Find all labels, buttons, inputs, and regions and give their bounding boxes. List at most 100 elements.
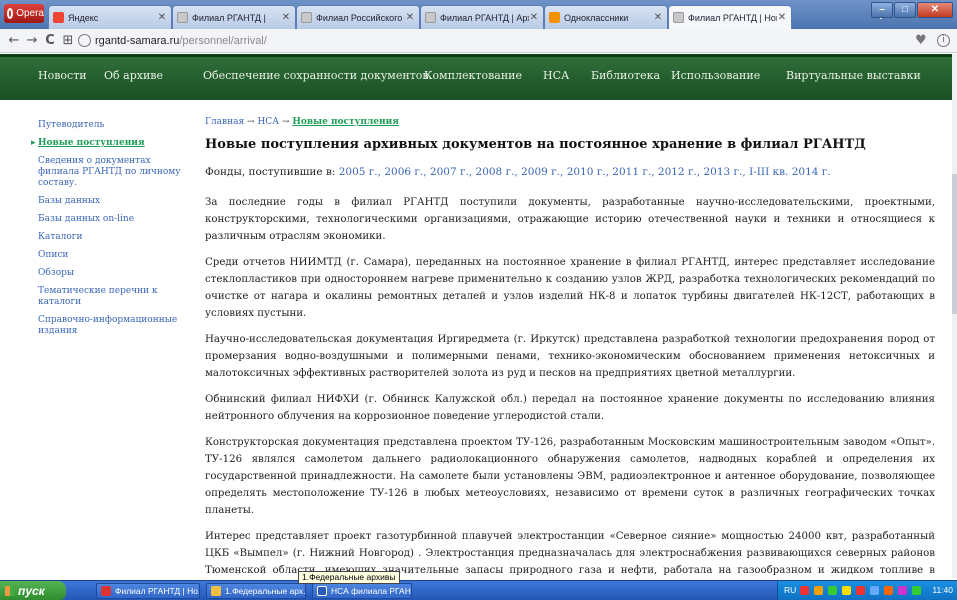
nav-item[interactable]: Использование	[671, 69, 760, 82]
tray-app-icon[interactable]	[898, 586, 907, 595]
tray-app-icon[interactable]	[856, 586, 865, 595]
sidebar-item[interactable]: Путеводитель	[38, 120, 188, 131]
close-tab-icon[interactable]: ✕	[653, 12, 663, 23]
sidebar-item[interactable]: Тематические перечни к каталоги	[38, 286, 188, 308]
nav-item[interactable]: Комплектование	[424, 69, 522, 82]
windows-taskbar: пуск Филиал РГАНТД | Но... 1.Федеральные…	[0, 580, 957, 600]
browser-tab[interactable]: Филиал РГАНТД | Новые✕	[668, 5, 792, 29]
year-link[interactable]: 2006 г.,	[384, 166, 426, 178]
sidebar-item[interactable]: Каталоги	[38, 232, 188, 243]
browser-tab-title: Филиал РГАНТД | Новые	[688, 12, 777, 23]
browser-tab[interactable]: Яндекс ✕	[48, 5, 172, 29]
forward-icon[interactable]: →	[24, 33, 40, 49]
clock[interactable]: 11:40	[932, 585, 953, 595]
page-info-icon[interactable]: i	[937, 34, 950, 47]
browser-tab-title: Филиал Российского гос	[316, 12, 405, 23]
year-link[interactable]: 2009 г.,	[521, 166, 563, 178]
page-icon	[301, 12, 312, 23]
article-paragraph: Научно-исследовательская документация Ир…	[205, 334, 935, 379]
tray-app-icon[interactable]	[814, 586, 823, 595]
taskbar-item-folder[interactable]: 1.Федеральные арх...	[206, 583, 306, 599]
year-link[interactable]: 2008 г.,	[476, 166, 518, 178]
language-indicator[interactable]: RU	[784, 585, 796, 595]
sidebar-item-label: Каталоги	[38, 232, 83, 242]
system-tray: RU 11:40	[777, 581, 957, 600]
close-tab-icon[interactable]: ✕	[405, 12, 415, 23]
start-button[interactable]: пуск	[0, 581, 66, 600]
nav-item[interactable]: Об архиве	[104, 69, 163, 82]
vertical-scrollbar[interactable]	[952, 54, 957, 578]
year-link[interactable]: 2011 г.,	[612, 166, 654, 178]
year-link[interactable]: 2010 г.,	[567, 166, 609, 178]
sidebar-item[interactable]: Обзоры	[38, 268, 188, 279]
close-tab-icon[interactable]: ✕	[529, 12, 539, 23]
browser-tab[interactable]: Филиал РГАНТД | Архи ✕	[420, 5, 544, 29]
opera-menu-button[interactable]: Opera	[4, 4, 44, 23]
maximize-button[interactable]: □	[894, 2, 916, 18]
sidebar-item-label: Путеводитель	[38, 120, 105, 130]
nav-item[interactable]: Новости	[38, 69, 87, 82]
active-arrow-icon: ▸	[31, 138, 36, 148]
year-link[interactable]: 2005 г.,	[339, 166, 381, 178]
close-window-button[interactable]: ✕	[917, 2, 953, 18]
browser-tab[interactable]: Филиал Российского гос✕	[296, 5, 420, 29]
tray-app-icon[interactable]	[884, 586, 893, 595]
browser-tab-bar: Opera Яндекс ✕ Филиал РГАНТД | ✕ Филиал Росс…	[0, 0, 957, 29]
browser-tab[interactable]: Филиал РГАНТД | ✕	[172, 5, 296, 29]
nav-item[interactable]: НСА	[543, 69, 569, 82]
close-tab-icon[interactable]: ✕	[281, 12, 291, 23]
sidebar-item[interactable]: Сведения о документах филиала РГАНТД по …	[38, 156, 188, 189]
breadcrumb-current[interactable]: Новые поступления	[292, 117, 399, 127]
close-tab-icon[interactable]: ✕	[777, 12, 787, 23]
sidebar-item[interactable]: Базы данных on-line	[38, 214, 188, 225]
tray-app-icon[interactable]	[870, 586, 879, 595]
page-title: Новые поступления архивных документов на…	[205, 137, 866, 152]
year-link[interactable]: 2012 г.,	[658, 166, 700, 178]
yandex-icon	[53, 12, 64, 23]
taskbar-item-label: Филиал РГАНТД | Но...	[115, 586, 200, 596]
sidebar-item[interactable]: Описи	[38, 250, 188, 261]
opera-menu-label: Opera	[16, 8, 44, 19]
tray-app-icon[interactable]	[912, 586, 921, 595]
taskbar-item-browser[interactable]: Филиал РГАНТД | Но...	[96, 583, 200, 599]
year-link[interactable]: 2013 г.,	[703, 166, 745, 178]
sidebar-item-label: Справочно-информационные издания	[38, 315, 178, 336]
tray-app-icon[interactable]	[828, 586, 837, 595]
sidebar-item-label: Тематические перечни к каталоги	[38, 286, 158, 307]
year-link[interactable]: 2007 г.,	[430, 166, 472, 178]
bookmark-heart-icon[interactable]: ♥	[915, 33, 927, 48]
year-link[interactable]: I-III кв. 2014 г.	[749, 166, 831, 178]
sidebar-item[interactable]: Справочно-информационные издания	[38, 315, 188, 337]
sidebar-item-label: Сведения о документах филиала РГАНТД по …	[38, 156, 181, 188]
minimize-button[interactable]: –	[871, 2, 893, 18]
breadcrumb-separator: →	[247, 117, 255, 127]
tray-app-icon[interactable]	[842, 586, 851, 595]
article-paragraph: Конструкторская документация представлен…	[205, 437, 935, 516]
breadcrumb: Главная → НСА → Новые поступления	[205, 117, 935, 133]
sidebar-nav: Путеводитель ▸ Новые поступления Сведения о…	[31, 120, 188, 344]
nav-item[interactable]: Обеспечение сохранности документов	[203, 69, 429, 82]
url-field[interactable]: rgantd-samara.ru/personnel/arrival/	[95, 32, 905, 50]
taskbar-item-label: 1.Федеральные арх...	[225, 586, 306, 596]
speed-dial-icon[interactable]: ⊞	[60, 33, 76, 49]
site-info-icon[interactable]	[78, 34, 91, 47]
article-paragraph: За последние годы в филиал РГАНТД поступ…	[205, 197, 935, 242]
opera-icon	[101, 586, 111, 596]
sidebar-item[interactable]: ▸ Новые поступления	[31, 138, 188, 149]
browser-tab-title: Яндекс	[68, 12, 99, 23]
browser-tab[interactable]: Одноклассники ✕	[544, 5, 668, 29]
back-icon[interactable]: ←	[6, 33, 22, 49]
reload-icon[interactable]: C	[42, 33, 58, 49]
scrollbar-thumb[interactable]	[952, 174, 957, 314]
close-tab-icon[interactable]: ✕	[157, 12, 167, 23]
opera-logo-icon	[7, 8, 14, 19]
sidebar-item[interactable]: Базы данных	[38, 196, 188, 207]
taskbar-item-document[interactable]: НСА филиала РГАНТ...	[312, 583, 412, 599]
tray-app-icon[interactable]	[800, 586, 809, 595]
nav-item[interactable]: Виртуальные выставки	[786, 69, 921, 82]
sidebar-item-label: Обзоры	[38, 268, 75, 278]
breadcrumb-section[interactable]: НСА	[257, 117, 279, 127]
sidebar-item-label: Описи	[38, 250, 69, 260]
nav-item[interactable]: Библиотека	[591, 69, 660, 82]
breadcrumb-home[interactable]: Главная	[205, 117, 244, 127]
